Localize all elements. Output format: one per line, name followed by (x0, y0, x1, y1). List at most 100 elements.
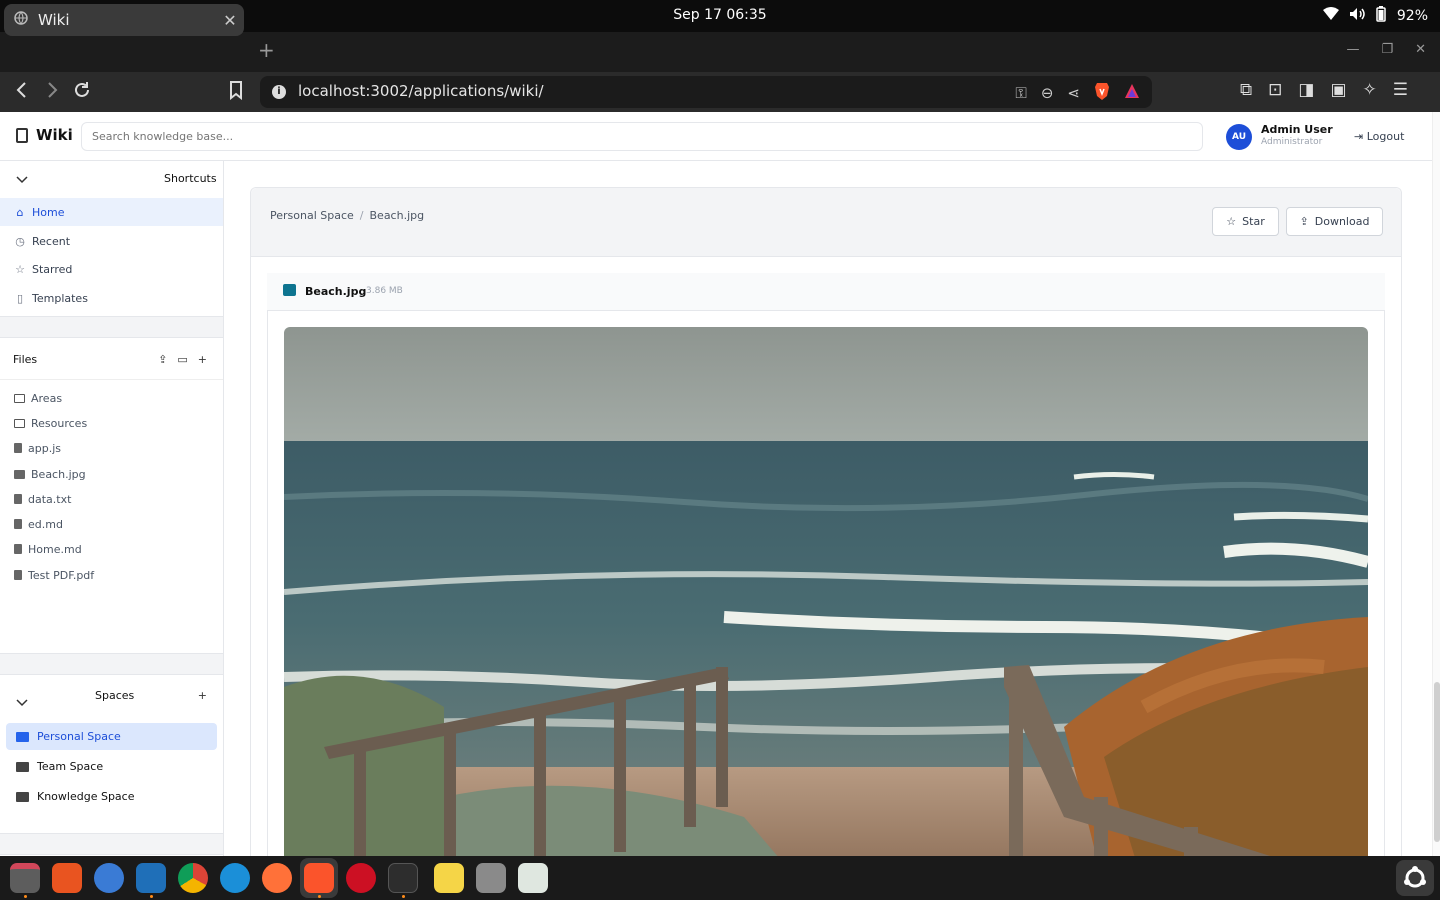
brand-title: Wiki (36, 126, 73, 144)
folder-icon (16, 761, 29, 772)
app-header: Wiki AU Admin User Administrator ⇥ Logou… (0, 112, 1432, 161)
menu-icon[interactable]: ☰ (1393, 80, 1408, 100)
clipboard-icon: ▯ (16, 291, 24, 305)
terminal-icon[interactable] (388, 863, 418, 893)
image-icon (14, 469, 25, 479)
leo-ai-icon[interactable]: ✧ (1363, 80, 1377, 100)
tab-title: Wiki (38, 11, 70, 29)
upload-icon[interactable]: ⇪ (158, 353, 167, 366)
space-label: Knowledge Space (37, 790, 135, 803)
star-label: Star (1242, 215, 1265, 228)
brave-icon[interactable] (304, 863, 334, 893)
brave-rewards-icon[interactable] (1124, 83, 1140, 103)
search-input[interactable] (81, 122, 1203, 151)
brave-shields-icon[interactable] (1094, 82, 1110, 104)
forward-icon[interactable] (44, 80, 60, 106)
add-file-icon[interactable]: + (198, 353, 207, 366)
file-item-app-js[interactable]: app.js (0, 436, 223, 460)
folder-icon (16, 731, 29, 742)
browser-tab-strip (0, 32, 1440, 72)
puzzle-icon[interactable]: ⧉ (1240, 80, 1252, 100)
space-item-personal[interactable]: Personal Space (6, 723, 217, 750)
file-info-bar: Beach.jpg 3.86 MB (267, 273, 1385, 311)
edge-icon[interactable] (220, 863, 250, 893)
chevron-down-icon[interactable] (16, 173, 28, 187)
file-item-data-txt[interactable]: data.txt (0, 487, 223, 511)
shortcut-templates[interactable]: ▯ Templates (0, 284, 223, 312)
text-editor-icon[interactable] (434, 863, 464, 893)
browser-tab[interactable]: Wiki ✕ (4, 4, 244, 36)
site-info-icon[interactable]: i (272, 85, 286, 99)
key-icon[interactable]: ⚿ (1015, 84, 1026, 102)
user-name: Admin User (1261, 123, 1333, 136)
files-app-icon[interactable] (10, 863, 40, 893)
wallet-icon[interactable]: ▣ (1330, 80, 1346, 100)
home-icon: ⌂ (16, 205, 24, 219)
minimize-icon[interactable]: — (1346, 42, 1359, 57)
chrome-icon[interactable] (178, 863, 208, 893)
tab-close-icon[interactable]: ✕ (216, 11, 244, 30)
file-item-home-md[interactable]: Home.md (0, 537, 223, 561)
close-window-icon[interactable]: ✕ (1415, 42, 1426, 57)
space-label: Team Space (37, 760, 104, 773)
app-center-icon[interactable] (52, 863, 82, 893)
new-folder-icon[interactable]: ▭ (177, 353, 187, 366)
page-scrollbar[interactable] (1432, 112, 1440, 856)
scrollbar-thumb[interactable] (1434, 682, 1440, 842)
shortcut-starred[interactable]: ☆ Starred (0, 255, 223, 283)
sidebar: Shortcuts ⌂ Home ◷ Recent ☆ Starred ▯ Te… (0, 161, 224, 856)
spaces-title: Spaces (95, 689, 135, 702)
breadcrumb-item[interactable]: Beach.jpg (370, 209, 425, 222)
shortcut-label: Home (32, 205, 65, 219)
restore-icon[interactable]: ❐ (1381, 42, 1393, 57)
running-indicator (318, 895, 321, 898)
battery-percent: 92% (1396, 8, 1428, 24)
file-item-resources[interactable]: Resources (0, 411, 223, 435)
back-icon[interactable] (14, 80, 30, 106)
space-item-knowledge[interactable]: Knowledge Space (6, 783, 217, 810)
zoom-out-icon[interactable]: ⊖ (1041, 84, 1054, 102)
shortcut-recent[interactable]: ◷ Recent (0, 227, 223, 255)
download-button[interactable]: ⇪ Download (1286, 207, 1383, 236)
help-icon[interactable] (94, 863, 124, 893)
chevron-down-icon[interactable] (16, 696, 28, 710)
file-label: Resources (31, 416, 88, 430)
file-item-ed-md[interactable]: ed.md (0, 512, 223, 536)
avatar[interactable]: AU (1226, 124, 1252, 150)
archive-icon[interactable] (476, 863, 506, 893)
star-icon: ☆ (1226, 215, 1237, 228)
shortcut-label: Recent (32, 234, 71, 248)
reading-list-icon[interactable]: ⊡ (1268, 80, 1282, 100)
files-title: Files (13, 353, 38, 366)
section-divider (0, 653, 223, 675)
share-icon[interactable]: ⋖ (1067, 84, 1080, 102)
opera-icon[interactable] (346, 863, 376, 893)
main-content: Personal Space / Beach.jpg ☆ Star ⇪ Downlo… (224, 161, 1432, 891)
file-item-test-pdf[interactable]: Test PDF.pdf (0, 563, 223, 587)
address-bar[interactable]: i localhost:3002/applications/wiki/ ⚿ ⊖ … (260, 76, 1152, 108)
file-icon (14, 443, 22, 453)
file-icon (14, 494, 22, 504)
app-brand[interactable]: Wiki (16, 126, 73, 144)
url-text[interactable]: localhost:3002/applications/wiki/ (298, 82, 544, 100)
file-item-areas[interactable]: Areas (0, 386, 223, 410)
firefox-icon[interactable] (262, 863, 292, 893)
trash-icon[interactable] (518, 863, 548, 893)
show-apps-icon[interactable] (1396, 860, 1434, 896)
reload-icon[interactable] (73, 80, 91, 106)
logout-button[interactable]: ⇥ Logout (1354, 130, 1404, 143)
new-tab-button[interactable]: + (258, 40, 275, 60)
star-button[interactable]: ☆ Star (1212, 207, 1279, 236)
bookmark-icon[interactable] (229, 80, 243, 106)
space-item-team[interactable]: Team Space (6, 753, 217, 780)
system-status[interactable]: 92% (1322, 6, 1428, 26)
vscode-icon[interactable] (136, 863, 166, 893)
add-space-icon[interactable]: + (198, 689, 207, 702)
file-item-beach-jpg[interactable]: Beach.jpg (0, 462, 223, 486)
download-icon: ⇪ (1299, 215, 1309, 228)
shortcut-label: Starred (32, 262, 73, 276)
breadcrumb-separator: / (359, 209, 364, 222)
sidebar-toggle-icon[interactable]: ◨ (1298, 80, 1314, 100)
shortcut-home[interactable]: ⌂ Home (0, 198, 223, 226)
breadcrumb-item[interactable]: Personal Space (270, 209, 354, 222)
